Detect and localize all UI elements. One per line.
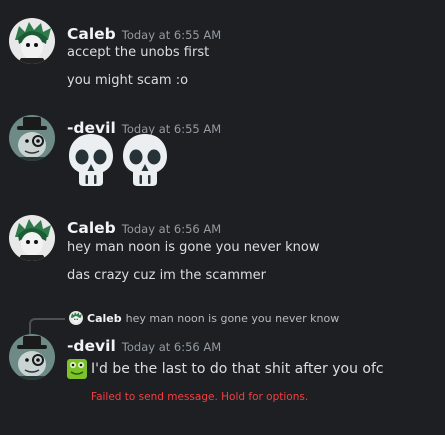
- devil-avatar[interactable]: [9, 115, 55, 161]
- author-name[interactable]: Caleb: [67, 25, 116, 43]
- message-content: I'd be the last to do that shit after yo…: [67, 359, 384, 379]
- emoji-row: [67, 132, 169, 188]
- frog-emoji[interactable]: [67, 359, 87, 379]
- devil-avatar-image: [9, 115, 55, 161]
- message-timestamp[interactable]: Today at 6:56 AM: [122, 340, 221, 354]
- skull-icon: [69, 134, 113, 186]
- skull-emoji[interactable]: [67, 132, 115, 188]
- reply-avatar: [69, 311, 83, 325]
- message-text: das crazy cuz im the scammer: [67, 268, 267, 283]
- message-timestamp[interactable]: Today at 6:55 AM: [122, 28, 221, 42]
- message-text: hey man noon is gone you never know: [67, 240, 320, 255]
- reply-author[interactable]: Caleb: [87, 312, 122, 325]
- caleb-avatar[interactable]: [9, 215, 55, 261]
- message-header: -devil Today at 6:56 AM: [67, 336, 221, 358]
- chat-message-list: Caleb Today at 6:55 AM accept the unobs f…: [0, 0, 445, 435]
- author-name[interactable]: -devil: [67, 337, 116, 355]
- author-name[interactable]: Caleb: [67, 219, 116, 237]
- skull-emoji[interactable]: [121, 132, 169, 188]
- reply-connector: [29, 318, 65, 334]
- devil-avatar[interactable]: [9, 334, 55, 380]
- skull-icon: [123, 134, 167, 186]
- message-text: I'd be the last to do that shit after yo…: [91, 361, 384, 377]
- devil-avatar-image: [9, 334, 55, 380]
- reply-text: hey man noon is gone you never know: [125, 311, 340, 325]
- failed-send-notice[interactable]: Failed to send message. Hold for options…: [91, 391, 308, 403]
- message-text: you might scam :o: [67, 73, 189, 88]
- caleb-avatar-image: [9, 18, 55, 64]
- caleb-avatar-image: [9, 215, 55, 261]
- caleb-avatar-image: [69, 311, 83, 325]
- frog-icon: [67, 359, 87, 379]
- message-header: Caleb Today at 6:55 AM: [67, 24, 221, 46]
- message-text: accept the unobs first: [67, 45, 210, 60]
- message-timestamp[interactable]: Today at 6:56 AM: [122, 222, 221, 236]
- caleb-avatar[interactable]: [9, 18, 55, 64]
- message-header: Caleb Today at 6:56 AM: [67, 218, 221, 240]
- reply-preview[interactable]: Caleb hey man noon is gone you never kno…: [69, 311, 339, 325]
